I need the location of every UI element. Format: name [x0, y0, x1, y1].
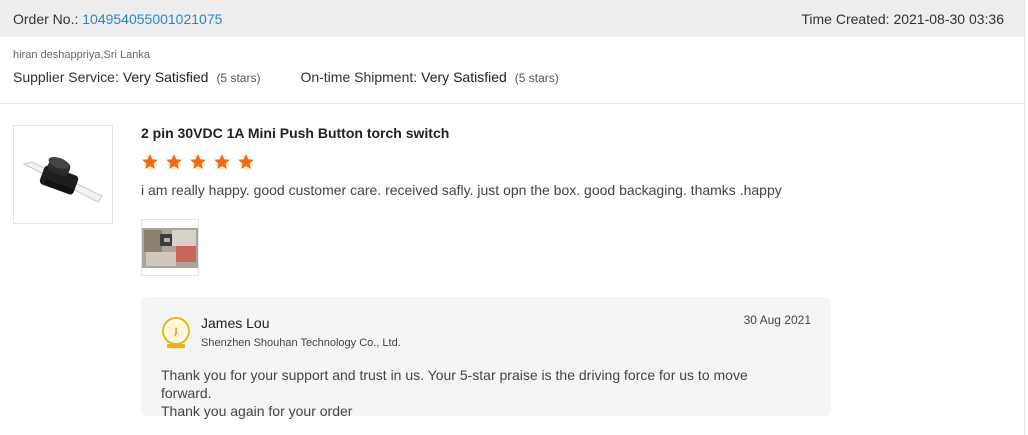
seller-name: James Lou [201, 315, 270, 331]
order-number-group: Order No.: 104954055001021075 [13, 11, 222, 27]
time-created-value: 2021-08-30 03:36 [893, 10, 1004, 27]
supplier-service-rating: Supplier Service: Very Satisfied (5 star… [13, 69, 260, 85]
order-label: Order No.: [13, 10, 79, 27]
reply-text-line-2: Thank you again for your order [161, 403, 353, 419]
star-icon [142, 154, 158, 169]
product-star-rating [141, 153, 261, 171]
shipment-value: Very Satisfied [421, 69, 507, 85]
reply-text: Thank you for your support and trust in … [161, 366, 801, 420]
shipment-stars: (5 stars) [514, 71, 559, 85]
review-photo-thumbnail[interactable] [141, 219, 199, 276]
seller-reply: J James Lou Shenzhen Shouhan Technology … [141, 297, 831, 419]
product-title[interactable]: 2 pin 30VDC 1A Mini Push Button torch sw… [141, 125, 449, 141]
star-icon [190, 154, 206, 169]
supplier-service-value: Very Satisfied [122, 69, 209, 85]
order-number-link[interactable]: 104954055001021075 [82, 11, 222, 27]
time-created-group: Time Created: 2021-08-30 03:36 [801, 11, 1004, 27]
shipment-label: On-time Shipment: [300, 69, 418, 85]
star-icon [238, 154, 254, 169]
svg-text:J: J [174, 327, 177, 336]
service-ratings: Supplier Service: Very Satisfied (5 star… [13, 69, 1013, 85]
star-icon [214, 154, 230, 169]
product-thumbnail[interactable] [13, 125, 113, 224]
section-divider [0, 103, 1024, 104]
star-icon [166, 154, 182, 169]
review-text: i am really happy. good customer care. r… [141, 182, 782, 198]
review-photo-image [142, 220, 198, 275]
reply-text-line-1: Thank you for your support and trust in … [161, 367, 748, 401]
push-button-switch-image [22, 156, 103, 203]
time-created-label: Time Created: [801, 10, 890, 27]
shipment-rating: On-time Shipment: Very Satisfied (5 star… [300, 69, 558, 85]
buyer-feedback-section: hiran deshappriya,Sri Lanka Supplier Ser… [13, 49, 1013, 85]
order-header: Order No.: 104954055001021075 Time Creat… [0, 0, 1024, 37]
seller-logo-icon: J [162, 317, 190, 348]
supplier-service-stars: (5 stars) [216, 71, 261, 85]
panel-right-border [1024, 0, 1025, 435]
buyer-name-location: hiran deshappriya,Sri Lanka [13, 49, 150, 61]
reply-date: 30 Aug 2021 [743, 313, 811, 327]
seller-company: Shenzhen Shouhan Technology Co., Ltd. [201, 337, 401, 349]
supplier-service-label: Supplier Service: [13, 69, 119, 85]
